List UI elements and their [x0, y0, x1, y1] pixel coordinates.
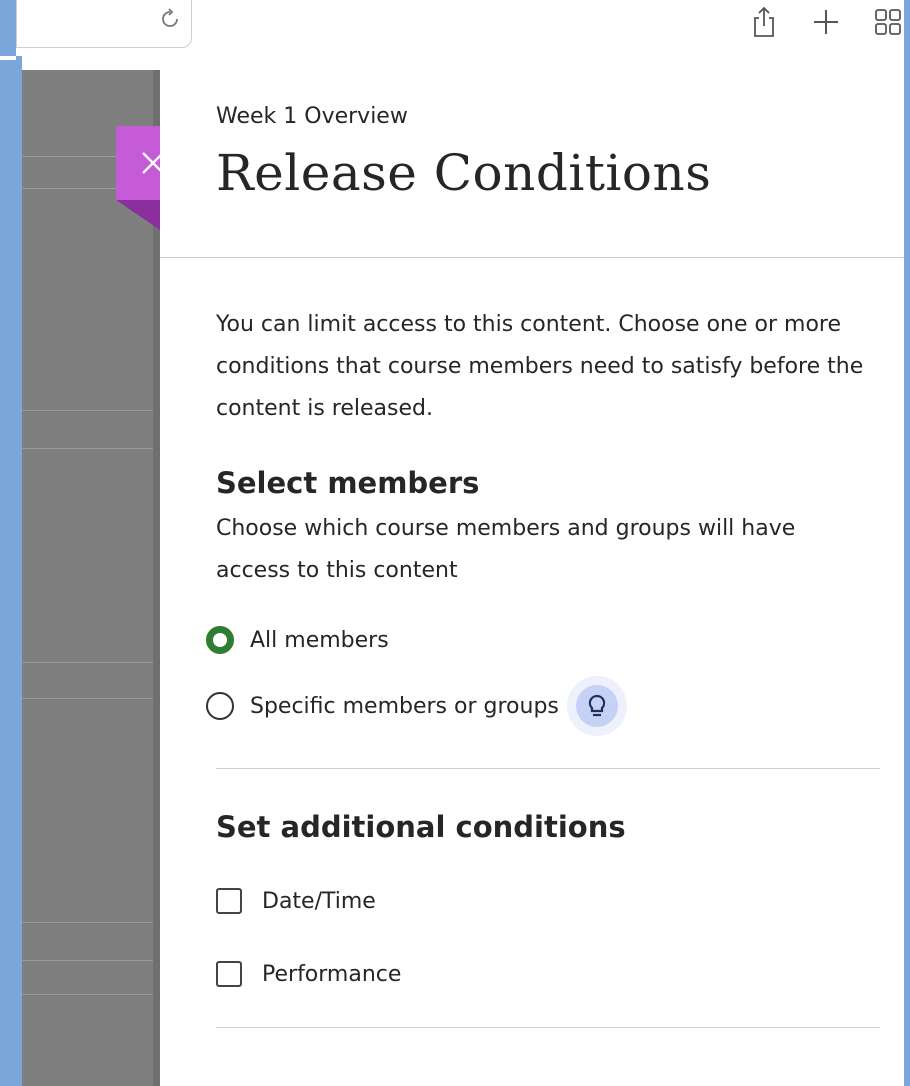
checkbox-date-time[interactable]: Date/Time	[216, 888, 376, 914]
checkbox-label: Performance	[262, 961, 402, 987]
reload-icon[interactable]	[159, 8, 181, 30]
checkbox[interactable]	[216, 961, 242, 987]
hint-button[interactable]	[575, 685, 618, 727]
radio-label: All members	[250, 627, 389, 653]
section-divider	[216, 768, 880, 769]
radio-label: Specific members or groups	[250, 693, 559, 719]
close-tab-fold	[116, 200, 160, 230]
checkbox-performance[interactable]: Performance	[216, 961, 401, 987]
window-frame-left	[0, 0, 16, 56]
lightbulb-icon	[588, 694, 606, 717]
checkbox-label: Date/Time	[262, 888, 376, 914]
tab-overview-icon[interactable]	[872, 4, 904, 40]
radio-button-selected[interactable]	[206, 626, 234, 654]
select-members-heading: Select members	[216, 466, 480, 500]
new-tab-icon[interactable]	[810, 4, 842, 40]
panel-description: You can limit access to this content. Ch…	[216, 312, 864, 421]
page-title: Release Conditions	[216, 144, 712, 202]
breadcrumb: Week 1 Overview	[216, 104, 408, 129]
address-bar[interactable]	[16, 0, 192, 48]
radio-all-members[interactable]: All members	[206, 626, 389, 654]
share-icon[interactable]	[748, 4, 780, 40]
radio-specific-members[interactable]: Specific members or groups	[206, 676, 627, 736]
window-frame-right	[904, 0, 910, 1086]
additional-conditions-heading: Set additional conditions	[216, 810, 626, 844]
section-divider	[216, 1027, 880, 1028]
browser-toolbar	[0, 0, 910, 60]
panel-header: Week 1 Overview Release Conditions	[160, 60, 904, 258]
select-members-description: Choose which course members and groups w…	[216, 516, 796, 583]
page-top-gap	[22, 56, 160, 70]
release-conditions-panel: Week 1 Overview Release Conditions You c…	[160, 60, 904, 1086]
checkbox[interactable]	[216, 888, 242, 914]
radio-button[interactable]	[206, 692, 234, 720]
hint-button-halo	[566, 676, 627, 736]
